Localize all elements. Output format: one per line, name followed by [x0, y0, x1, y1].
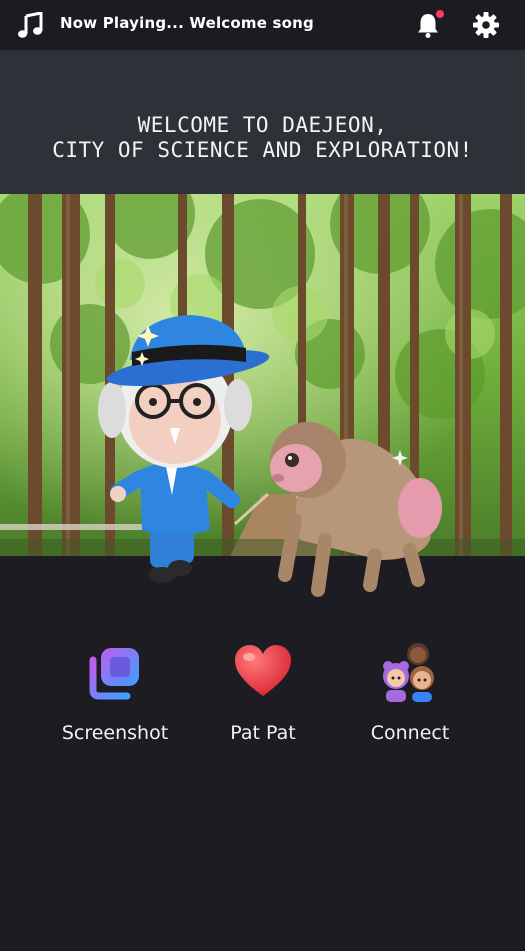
connect-button[interactable]: Connect — [335, 640, 485, 744]
notification-dot — [436, 10, 444, 18]
forest-scene — [0, 194, 525, 556]
screenshot-label: Screenshot — [61, 722, 169, 744]
banner-line-1: WELCOME TO DAEJEON, — [137, 113, 388, 137]
heart-icon — [235, 645, 291, 696]
screenshot-button[interactable]: Screenshot — [40, 640, 190, 744]
forest-background — [0, 194, 525, 556]
music-note-icon[interactable] — [16, 12, 44, 40]
connect-label: Connect — [370, 722, 450, 744]
now-playing-text: Now Playing... Welcome song — [60, 14, 314, 32]
gear-icon[interactable] — [472, 11, 500, 39]
people-icon — [383, 643, 434, 702]
screenshot-icon — [89, 648, 139, 700]
welcome-banner: WELCOME TO DAEJEON, CITY OF SCIENCE AND … — [0, 50, 525, 194]
pat-pat-button[interactable]: Pat Pat — [188, 640, 338, 744]
banner-line-2: CITY OF SCIENCE AND EXPLORATION! — [52, 138, 473, 162]
pat-pat-label: Pat Pat — [230, 722, 296, 744]
top-bar: Now Playing... Welcome song — [0, 0, 525, 50]
